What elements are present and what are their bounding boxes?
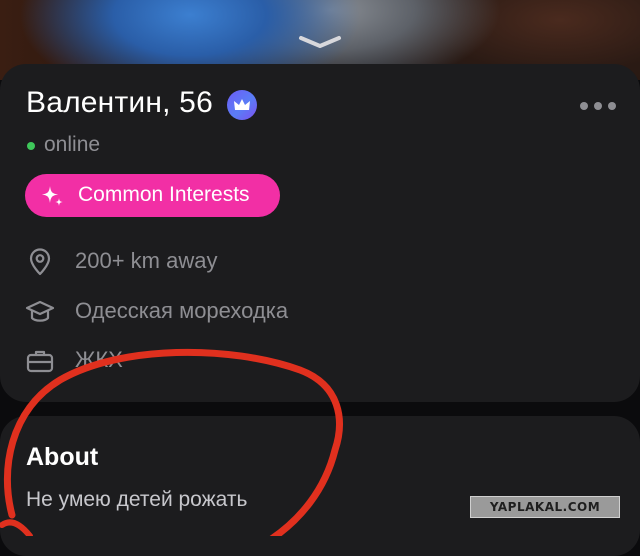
more-icon[interactable] <box>578 98 618 114</box>
distance-text: 200+ km away <box>75 248 218 273</box>
about-title: About <box>26 443 99 471</box>
watermark: YAPLAKAL.COM <box>470 496 620 518</box>
about-text: Не умею детей рожать <box>26 488 248 511</box>
online-status: online <box>44 133 101 156</box>
location-pin-icon <box>29 248 51 276</box>
graduation-cap-icon <box>25 300 55 322</box>
sparkle-icon <box>42 186 63 206</box>
job-text: ЖКХ <box>75 347 123 372</box>
online-indicator <box>27 142 35 150</box>
common-interests-button[interactable]: Common Interests <box>25 174 280 217</box>
about-card <box>0 416 640 556</box>
education-text: Одесская мореходка <box>75 298 289 323</box>
chevron-down-icon[interactable] <box>298 34 342 50</box>
watermark-text: YAPLAKAL.COM <box>489 500 601 514</box>
common-interests-label: Common Interests <box>78 183 250 206</box>
crown-icon <box>227 90 257 120</box>
briefcase-icon <box>26 350 54 373</box>
profile-name-age: Валентин, 56 <box>26 86 213 119</box>
